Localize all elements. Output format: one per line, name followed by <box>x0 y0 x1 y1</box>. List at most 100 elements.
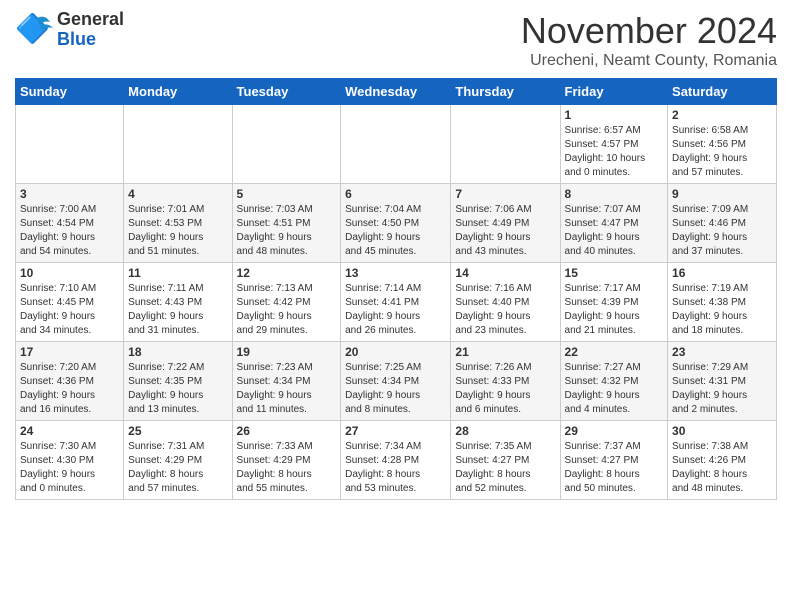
page: 🔷 General Blue November 2024 Urecheni, N… <box>0 0 792 612</box>
table-row: 28 Sunrise: 7:35 AM Sunset: 4:27 PM Dayli… <box>451 421 560 500</box>
day-info: Sunrise: 7:37 AM Sunset: 4:27 PM Dayligh… <box>565 440 664 496</box>
day-number: 13 <box>345 266 446 280</box>
day-number: 2 <box>672 108 772 122</box>
day-info: Sunrise: 7:25 AM Sunset: 4:34 PM Dayligh… <box>345 361 446 417</box>
calendar-week-row: 17Sunrise: 7:20 AM Sunset: 4:36 PM Dayli… <box>16 342 777 421</box>
table-row <box>16 105 124 184</box>
day-info: Sunrise: 7:34 AM Sunset: 4:28 PM Dayligh… <box>345 440 446 496</box>
table-row: 4Sunrise: 7:01 AM Sunset: 4:53 PM Daylig… <box>124 184 232 263</box>
col-saturday: Saturday <box>668 79 777 105</box>
day-info: Sunrise: 7:22 AM Sunset: 4:35 PM Dayligh… <box>128 361 227 417</box>
logo-icon: 🔷 <box>15 10 55 50</box>
month-title: November 2024 <box>521 10 777 52</box>
day-info: Sunrise: 7:27 AM Sunset: 4:32 PM Dayligh… <box>565 361 664 417</box>
table-row: 21 Sunrise: 7:26 AM Sunset: 4:33 PM Dayli… <box>451 342 560 421</box>
day-info: Sunrise: 7:03 AM Sunset: 4:51 PM Dayligh… <box>237 203 337 259</box>
day-info: Sunrise: 7:33 AM Sunset: 4:29 PM Dayligh… <box>237 440 337 496</box>
day-number: 11 <box>128 266 227 280</box>
day-info: Sunrise: 7:20 AM Sunset: 4:36 PM Dayligh… <box>20 361 119 417</box>
day-info: Sunrise: 7:31 AM Sunset: 4:29 PM Dayligh… <box>128 440 227 496</box>
col-sunday: Sunday <box>16 79 124 105</box>
table-row: 26 Sunrise: 7:33 AM Sunset: 4:29 PM Dayli… <box>232 421 341 500</box>
day-info: Sunrise: 6:57 AM Sunset: 4:57 PM Dayligh… <box>565 124 664 180</box>
day-number: 28 <box>455 424 555 438</box>
day-number: 10 <box>20 266 119 280</box>
day-info: Sunrise: 7:06 AM Sunset: 4:49 PM Dayligh… <box>455 203 555 259</box>
day-number: 29 <box>565 424 664 438</box>
table-row: 7 Sunrise: 7:06 AM Sunset: 4:49 PM Daylig… <box>451 184 560 263</box>
day-number: 20 <box>345 345 446 359</box>
day-info: Sunrise: 7:00 AM Sunset: 4:54 PM Dayligh… <box>20 203 119 259</box>
day-number: 1 <box>565 108 664 122</box>
day-info: Sunrise: 7:13 AM Sunset: 4:42 PM Dayligh… <box>237 282 337 338</box>
day-info: Sunrise: 7:38 AM Sunset: 4:26 PM Dayligh… <box>672 440 772 496</box>
logo-general: General <box>57 10 124 30</box>
table-row <box>124 105 232 184</box>
col-friday: Friday <box>560 79 668 105</box>
table-row: 9Sunrise: 7:09 AM Sunset: 4:46 PM Daylig… <box>668 184 777 263</box>
col-monday: Monday <box>124 79 232 105</box>
logo-text: General Blue <box>57 10 124 50</box>
table-row: 10 Sunrise: 7:10 AM Sunset: 4:45 PM Dayli… <box>16 263 124 342</box>
table-row: 20 Sunrise: 7:25 AM Sunset: 4:34 PM Dayli… <box>341 342 451 421</box>
day-number: 21 <box>455 345 555 359</box>
day-info: Sunrise: 7:23 AM Sunset: 4:34 PM Dayligh… <box>237 361 337 417</box>
calendar-header-row: Sunday Monday Tuesday Wednesday Thursday… <box>16 79 777 105</box>
day-info: Sunrise: 7:14 AM Sunset: 4:41 PM Dayligh… <box>345 282 446 338</box>
day-info: Sunrise: 7:29 AM Sunset: 4:31 PM Dayligh… <box>672 361 772 417</box>
logo: 🔷 General Blue <box>15 10 124 50</box>
header-area: 🔷 General Blue November 2024 Urecheni, N… <box>15 10 777 70</box>
calendar-week-row: 24Sunrise: 7:30 AM Sunset: 4:30 PM Dayli… <box>16 421 777 500</box>
day-number: 23 <box>672 345 772 359</box>
calendar-week-row: 3 Sunrise: 7:00 AM Sunset: 4:54 PM Daylig… <box>16 184 777 263</box>
table-row: 23 Sunrise: 7:29 AM Sunset: 4:31 PM Dayli… <box>668 342 777 421</box>
day-number: 7 <box>455 187 555 201</box>
day-number: 22 <box>565 345 664 359</box>
day-info: Sunrise: 7:01 AM Sunset: 4:53 PM Dayligh… <box>128 203 227 259</box>
col-tuesday: Tuesday <box>232 79 341 105</box>
day-info: Sunrise: 7:09 AM Sunset: 4:46 PM Dayligh… <box>672 203 772 259</box>
table-row: 5Sunrise: 7:03 AM Sunset: 4:51 PM Daylig… <box>232 184 341 263</box>
day-info: Sunrise: 7:35 AM Sunset: 4:27 PM Dayligh… <box>455 440 555 496</box>
day-info: Sunrise: 7:10 AM Sunset: 4:45 PM Dayligh… <box>20 282 119 338</box>
day-info: Sunrise: 7:04 AM Sunset: 4:50 PM Dayligh… <box>345 203 446 259</box>
day-number: 27 <box>345 424 446 438</box>
table-row: 2 Sunrise: 6:58 AM Sunset: 4:56 PM Daylig… <box>668 105 777 184</box>
day-info: Sunrise: 7:07 AM Sunset: 4:47 PM Dayligh… <box>565 203 664 259</box>
day-number: 26 <box>237 424 337 438</box>
day-info: Sunrise: 7:11 AM Sunset: 4:43 PM Dayligh… <box>128 282 227 338</box>
title-area: November 2024 Urecheni, Neamt County, Ro… <box>521 10 777 70</box>
logo-blue: Blue <box>57 30 124 50</box>
day-number: 19 <box>237 345 337 359</box>
table-row: 3 Sunrise: 7:00 AM Sunset: 4:54 PM Daylig… <box>16 184 124 263</box>
day-number: 3 <box>20 187 119 201</box>
location-title: Urecheni, Neamt County, Romania <box>521 52 777 70</box>
table-row: 16 Sunrise: 7:19 AM Sunset: 4:38 PM Dayli… <box>668 263 777 342</box>
table-row <box>341 105 451 184</box>
table-row: 12Sunrise: 7:13 AM Sunset: 4:42 PM Dayli… <box>232 263 341 342</box>
table-row: 18Sunrise: 7:22 AM Sunset: 4:35 PM Dayli… <box>124 342 232 421</box>
calendar-week-row: 10 Sunrise: 7:10 AM Sunset: 4:45 PM Dayli… <box>16 263 777 342</box>
table-row: 19 Sunrise: 7:23 AM Sunset: 4:34 PM Dayli… <box>232 342 341 421</box>
table-row <box>232 105 341 184</box>
table-row: 14 Sunrise: 7:16 AM Sunset: 4:40 PM Dayli… <box>451 263 560 342</box>
day-number: 25 <box>128 424 227 438</box>
table-row: 17Sunrise: 7:20 AM Sunset: 4:36 PM Dayli… <box>16 342 124 421</box>
day-number: 6 <box>345 187 446 201</box>
day-info: Sunrise: 7:26 AM Sunset: 4:33 PM Dayligh… <box>455 361 555 417</box>
day-number: 15 <box>565 266 664 280</box>
table-row: 30Sunrise: 7:38 AM Sunset: 4:26 PM Dayli… <box>668 421 777 500</box>
table-row: 25 Sunrise: 7:31 AM Sunset: 4:29 PM Dayli… <box>124 421 232 500</box>
table-row: 13 Sunrise: 7:14 AM Sunset: 4:41 PM Dayli… <box>341 263 451 342</box>
col-wednesday: Wednesday <box>341 79 451 105</box>
day-number: 14 <box>455 266 555 280</box>
day-number: 16 <box>672 266 772 280</box>
table-row: 6 Sunrise: 7:04 AM Sunset: 4:50 PM Daylig… <box>341 184 451 263</box>
day-info: Sunrise: 6:58 AM Sunset: 4:56 PM Dayligh… <box>672 124 772 180</box>
day-info: Sunrise: 7:19 AM Sunset: 4:38 PM Dayligh… <box>672 282 772 338</box>
table-row: 24Sunrise: 7:30 AM Sunset: 4:30 PM Dayli… <box>16 421 124 500</box>
table-row: 11 Sunrise: 7:11 AM Sunset: 4:43 PM Dayli… <box>124 263 232 342</box>
table-row <box>451 105 560 184</box>
day-info: Sunrise: 7:16 AM Sunset: 4:40 PM Dayligh… <box>455 282 555 338</box>
day-number: 8 <box>565 187 664 201</box>
